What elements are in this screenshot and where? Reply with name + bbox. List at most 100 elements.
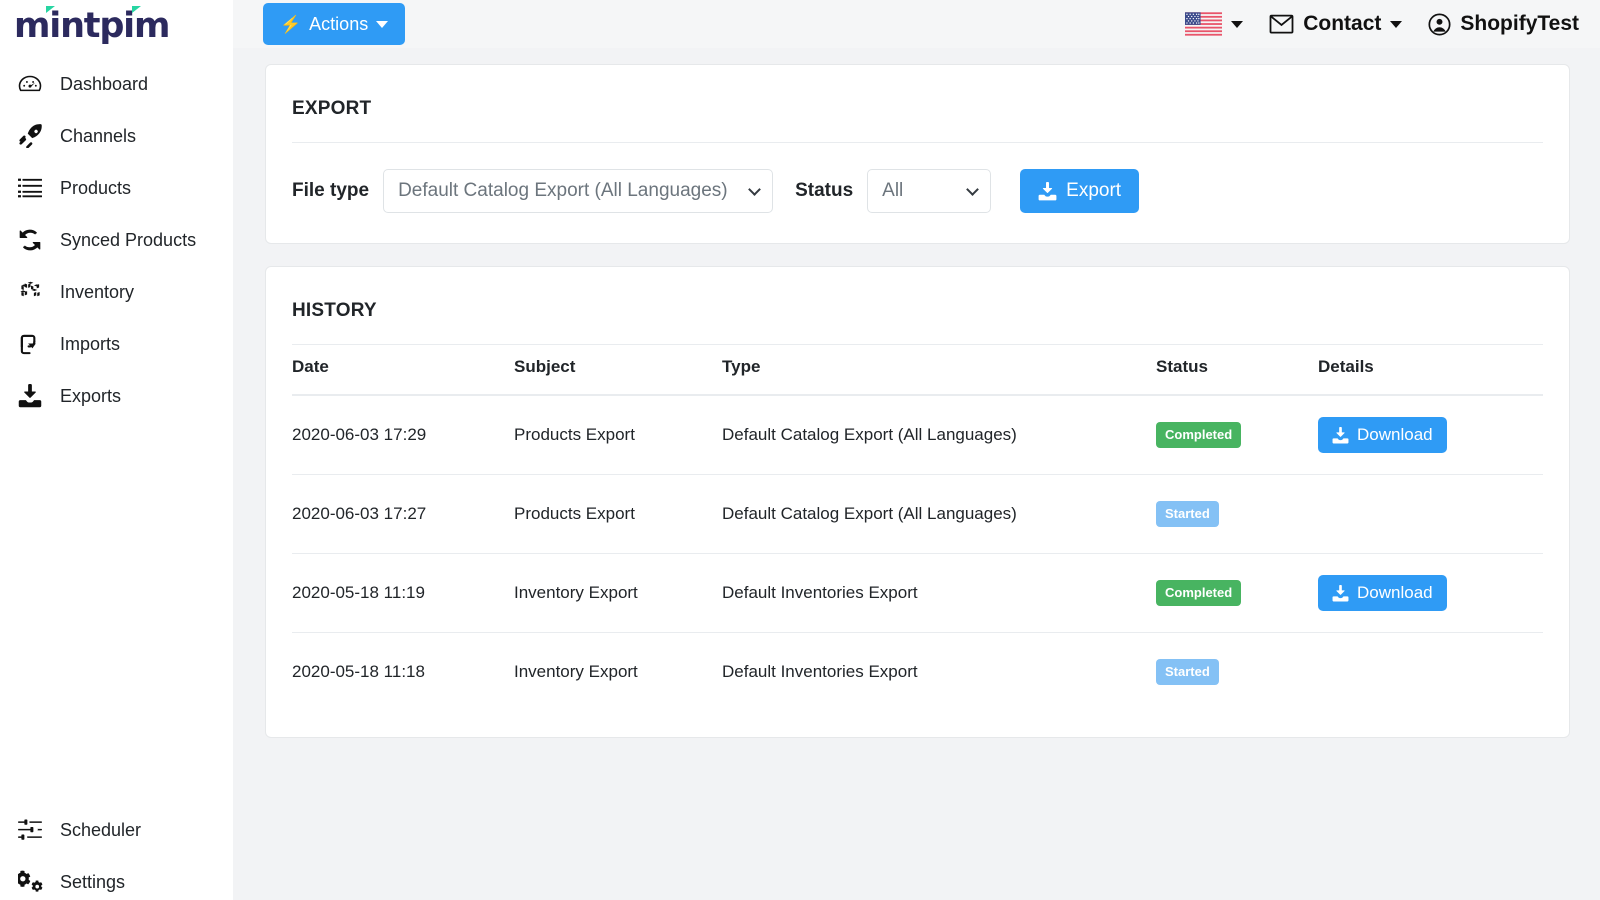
file-type-label: File type [292,180,369,202]
sidebar-item-products[interactable]: Products [0,162,233,214]
cell-type: Default Inventories Export [722,554,1156,633]
contact-label: Contact [1303,12,1381,36]
column-header-details: Details [1318,345,1543,395]
us-flag-icon [1185,12,1222,36]
sidebar-item-imports[interactable]: Imports [0,318,233,370]
language-selector[interactable] [1172,12,1256,36]
top-bar-right: Contact ShopifyTest [1172,12,1594,36]
column-header-type: Type [722,345,1156,395]
export-button[interactable]: Export [1020,169,1139,213]
sidebar-item-label: Dashboard [60,74,148,95]
file-type-select[interactable]: Default Catalog Export (All Languages) [383,169,773,213]
bolt-icon: ⚡ [280,16,301,33]
cell-type: Default Inventories Export [722,633,1156,712]
table-row: 2020-05-18 11:19Inventory ExportDefault … [292,554,1543,633]
status-badge: Completed [1156,422,1241,448]
cell-details: Download [1318,395,1543,475]
sync-icon [17,227,43,253]
app-root: mintpim Dashboard Channels Produc [0,0,1600,900]
table-head: Date Subject Type Status Details [292,345,1543,395]
status-badge: Started [1156,659,1219,685]
import-icon [17,331,43,357]
sidebar-item-label: Channels [60,126,136,147]
chevron-down-icon [1231,21,1243,28]
sliders-icon [17,817,43,843]
download-button-label: Download [1357,425,1433,445]
sidebar-item-synced-products[interactable]: Synced Products [0,214,233,266]
sidebar-item-label: Exports [60,386,121,407]
table-body: 2020-06-03 17:29Products ExportDefault C… [292,395,1543,711]
cell-subject: Products Export [514,475,722,554]
cell-details [1318,633,1543,712]
cell-type: Default Catalog Export (All Languages) [722,395,1156,475]
cell-status: Started [1156,633,1318,712]
cell-type: Default Catalog Export (All Languages) [722,475,1156,554]
actions-button[interactable]: ⚡ Actions [263,3,405,45]
export-card: EXPORT File type Default Catalog Export … [265,64,1570,244]
sidebar-item-label: Settings [60,872,125,893]
status-badge: Completed [1156,580,1241,606]
sidebar-item-label: Imports [60,334,120,355]
sidebar-item-dashboard[interactable]: Dashboard [0,58,233,110]
sidebar-item-settings[interactable]: Settings [0,856,233,900]
cell-date: 2020-06-03 17:27 [292,475,514,554]
dashboard-icon [17,71,43,97]
cell-date: 2020-05-18 11:18 [292,633,514,712]
cell-date: 2020-06-03 17:29 [292,395,514,475]
status-badge: Started [1156,501,1219,527]
table-header-row: Date Subject Type Status Details [292,345,1543,395]
sidebar-item-label: Scheduler [60,820,141,841]
sidebar-item-exports[interactable]: Exports [0,370,233,422]
cell-status: Completed [1156,554,1318,633]
chevron-down-icon [966,183,979,196]
rocket-icon [17,123,43,149]
history-table-wrapper: Date Subject Type Status Details 2020-06… [266,345,1569,737]
cell-subject: Inventory Export [514,633,722,712]
main-area: ⚡ Actions [233,0,1600,900]
sidebar-item-channels[interactable]: Channels [0,110,233,162]
logo-accent-icon [132,6,141,13]
sidebar-item-scheduler[interactable]: Scheduler [0,804,233,856]
list-icon [17,175,43,201]
cell-details: Download [1318,554,1543,633]
status-label: Status [795,180,853,202]
cell-details [1318,475,1543,554]
sidebar-item-inventory[interactable]: Inventory [0,266,233,318]
table-row: 2020-05-18 11:18Inventory ExportDefault … [292,633,1543,712]
export-card-title: EXPORT [266,65,1569,142]
cell-date: 2020-05-18 11:19 [292,554,514,633]
column-header-status: Status [1156,345,1318,395]
gears-icon [17,869,43,895]
actions-button-label: Actions [309,14,368,35]
history-card-title: HISTORY [266,267,1569,344]
contact-menu[interactable]: Contact [1256,12,1415,36]
top-bar: ⚡ Actions [233,0,1600,48]
envelope-icon [1269,14,1294,34]
sidebar-nav: Dashboard Channels Products Synced Produ… [0,58,233,422]
sidebar-item-label: Products [60,178,131,199]
download-button[interactable]: Download [1318,417,1447,453]
column-header-subject: Subject [514,345,722,395]
status-value: All [882,180,903,202]
download-button[interactable]: Download [1318,575,1447,611]
user-label: ShopifyTest [1460,12,1579,36]
sidebar-item-label: Synced Products [60,230,196,251]
sidebar-item-label: Inventory [60,282,134,303]
export-button-label: Export [1066,180,1121,202]
logo[interactable]: mintpim [0,0,233,48]
details-empty [1318,496,1543,532]
file-type-value: Default Catalog Export (All Languages) [398,180,728,202]
logo-text: mintpim [14,6,169,46]
export-filter-row: File type Default Catalog Export (All La… [266,143,1569,243]
status-select[interactable]: All [867,169,991,213]
download-icon [1038,182,1057,201]
cell-subject: Inventory Export [514,554,722,633]
logo-accent-icon [46,6,55,13]
cell-subject: Products Export [514,395,722,475]
history-card: HISTORY Date Subject Type Status Details [265,266,1570,738]
download-icon [1332,427,1349,444]
chevron-down-icon [1390,21,1402,28]
column-header-date: Date [292,345,514,395]
chevron-down-icon [376,21,388,28]
user-menu[interactable]: ShopifyTest [1415,12,1592,36]
